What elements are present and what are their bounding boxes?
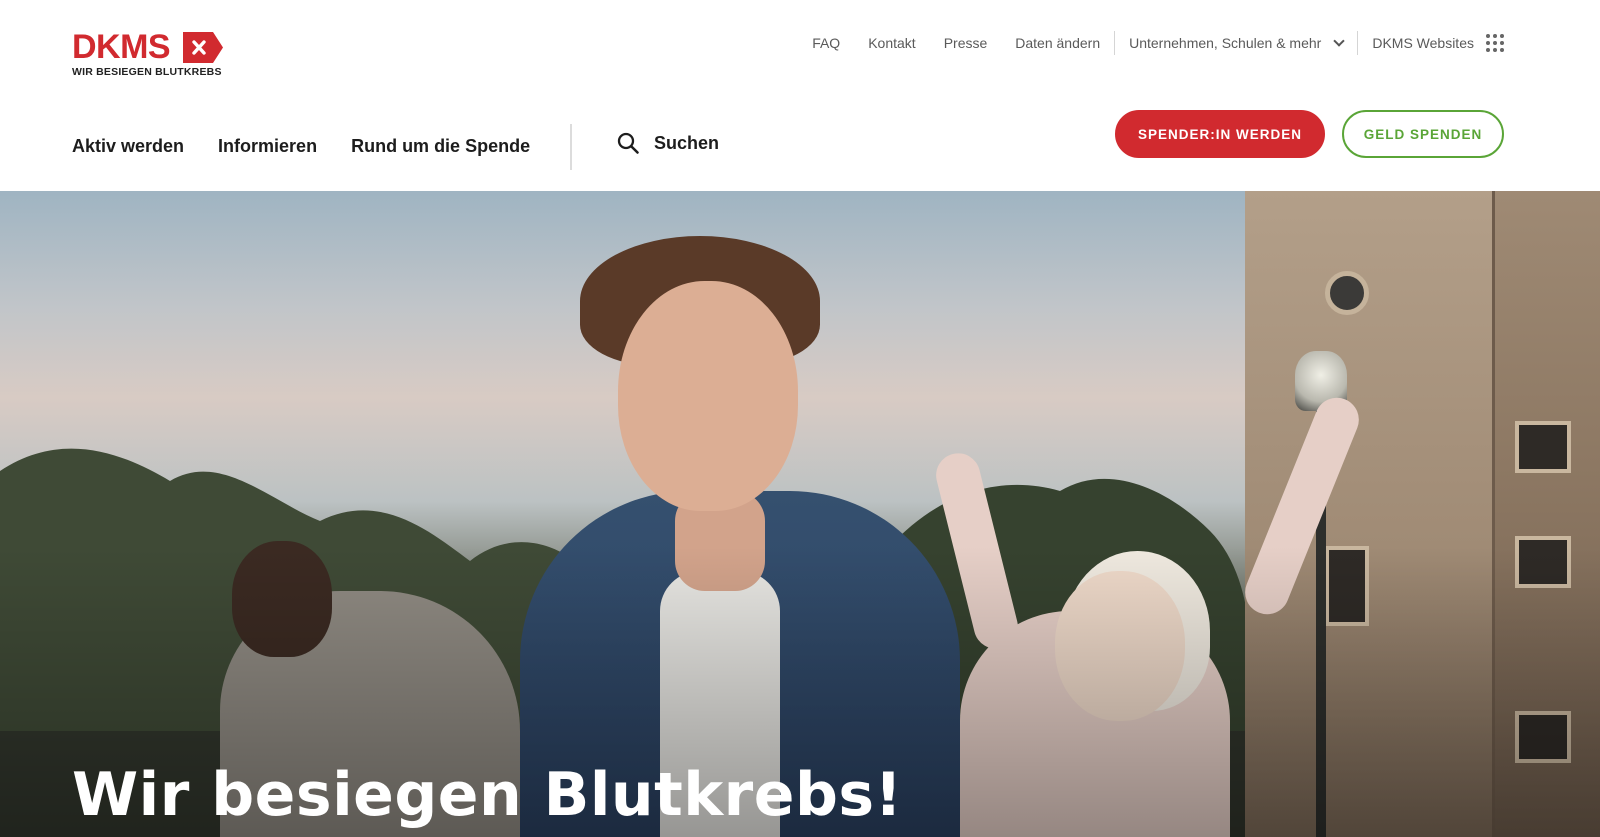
- become-donor-button[interactable]: Spender:in werden: [1115, 110, 1325, 158]
- meta-link-daten-aendern[interactable]: Daten ändern: [1015, 35, 1100, 51]
- meta-link-presse[interactable]: Presse: [944, 35, 988, 51]
- nav-divider: [570, 124, 572, 170]
- hero-gradient-overlay: [0, 191, 1600, 837]
- donate-money-button[interactable]: Geld spenden: [1342, 110, 1504, 158]
- chevron-down-icon: [1333, 35, 1345, 47]
- business-dropdown-label: Unternehmen, Schulen & mehr: [1129, 35, 1322, 51]
- nav-item-aktiv-werden[interactable]: Aktiv werden: [72, 136, 184, 157]
- main-navigation: Aktiv werden Informieren Rund um die Spe…: [72, 131, 530, 161]
- meta-link-kontakt[interactable]: Kontakt: [868, 35, 915, 51]
- dkms-logo[interactable]: DKMS WIR BESIEGEN BLUTKREBS: [72, 28, 232, 81]
- search-button[interactable]: Suchen: [616, 131, 719, 155]
- logo-wordmark: DKMS: [72, 28, 171, 66]
- dkms-websites-label: DKMS Websites: [1372, 35, 1474, 51]
- logo-flag-icon: [183, 32, 223, 63]
- meta-link-faq[interactable]: FAQ: [812, 35, 840, 51]
- dkms-websites-menu[interactable]: DKMS Websites: [1372, 34, 1504, 52]
- hero-title: Wir besiegen Blutkrebs!: [72, 760, 903, 830]
- meta-divider: [1357, 31, 1359, 55]
- nav-item-informieren[interactable]: Informieren: [218, 136, 317, 157]
- meta-divider: [1114, 31, 1116, 55]
- search-label: Suchen: [654, 132, 720, 153]
- search-icon: [617, 132, 639, 154]
- apps-grid-icon: [1486, 34, 1504, 52]
- hero-section: Wir besiegen Blutkrebs!: [0, 191, 1600, 837]
- logo-tagline: WIR BESIEGEN BLUTKREBS: [72, 66, 222, 78]
- business-dropdown[interactable]: Unternehmen, Schulen & mehr: [1129, 35, 1345, 51]
- site-header: DKMS WIR BESIEGEN BLUTKREBS FAQ Kontakt …: [0, 0, 1600, 191]
- nav-item-rund-um-die-spende[interactable]: Rund um die Spende: [351, 136, 530, 157]
- meta-navigation: FAQ Kontakt Presse Daten ändern Unterneh…: [812, 30, 1504, 56]
